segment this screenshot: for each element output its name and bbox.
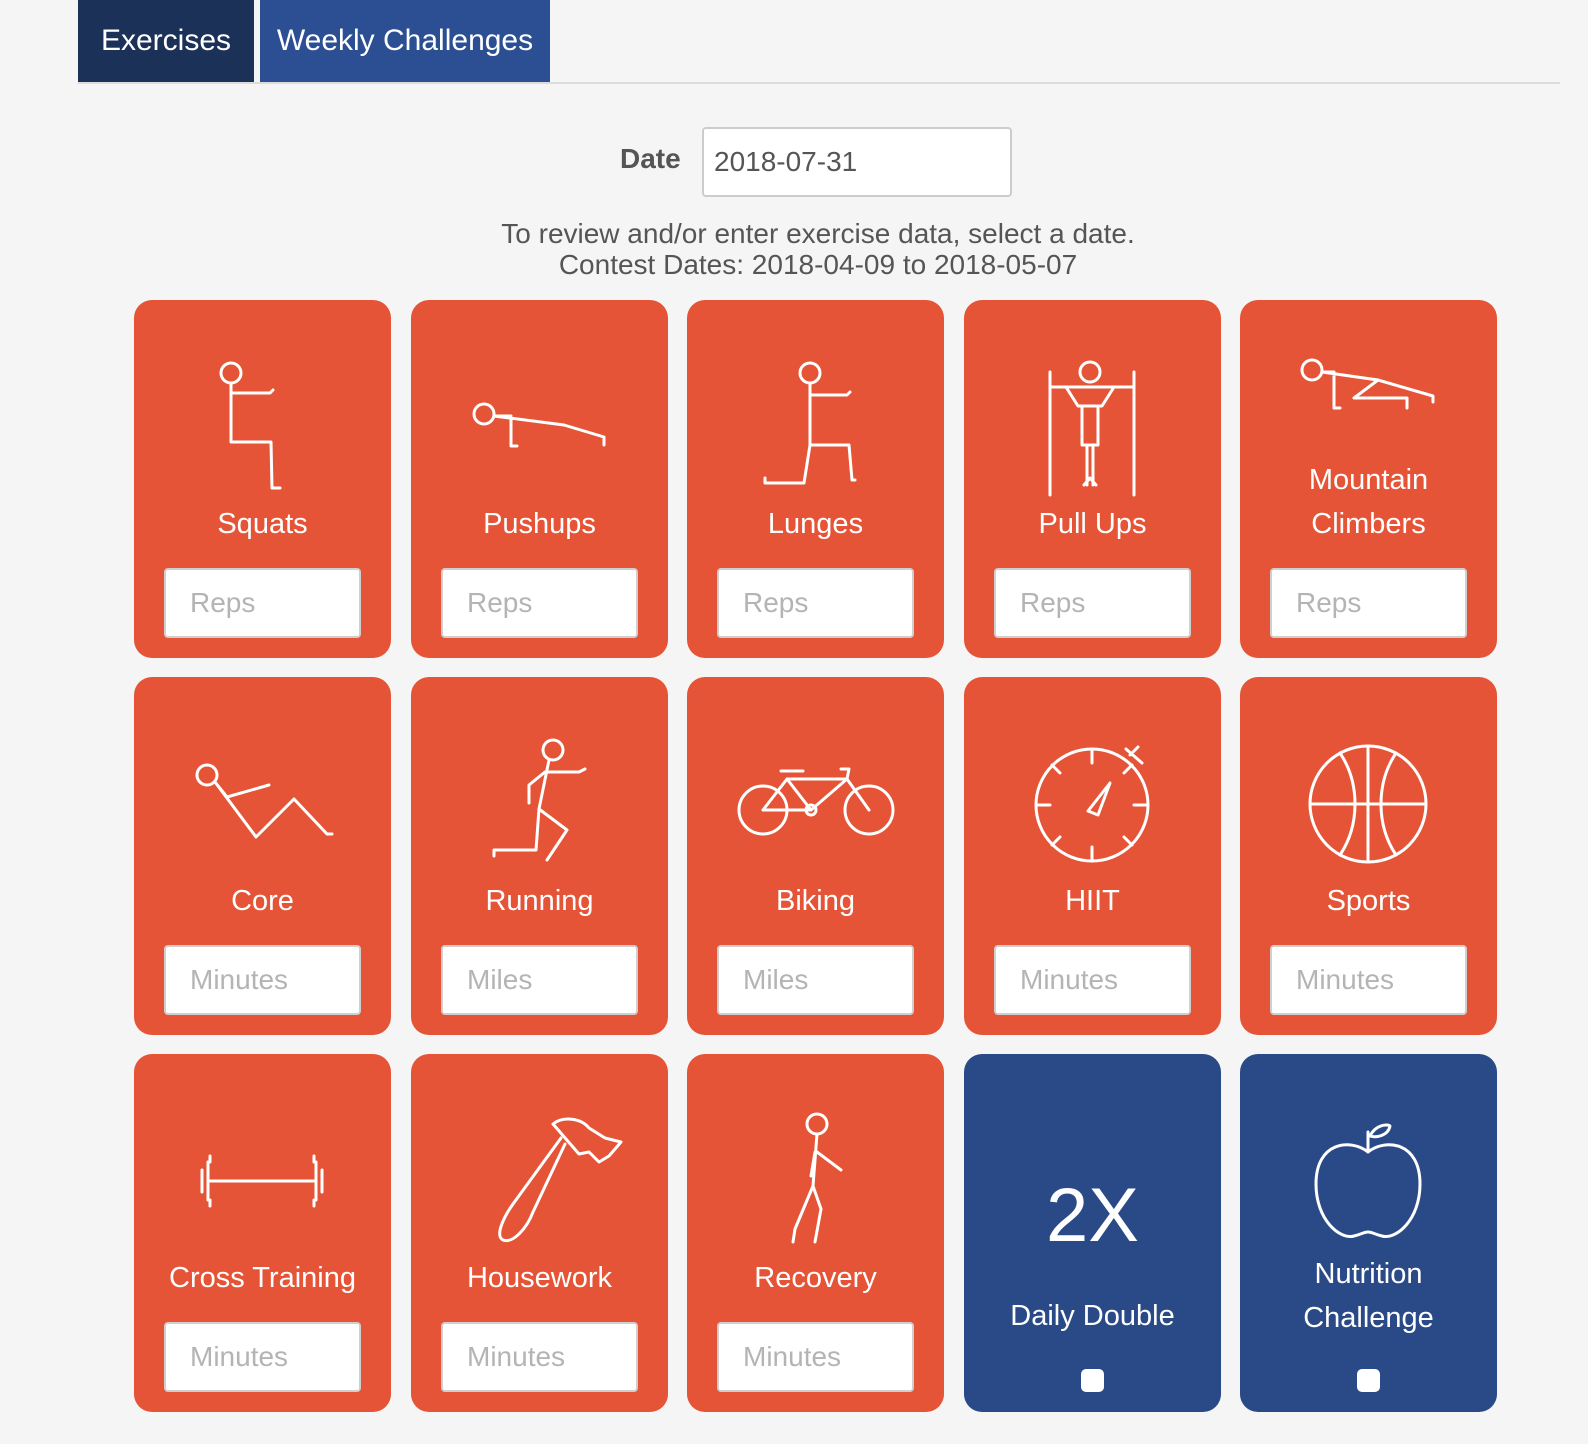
- card-recovery: Recovery: [687, 1054, 944, 1412]
- card-label: Pull Ups: [1038, 508, 1147, 540]
- card-label: Pushups: [483, 508, 596, 540]
- card-lunges: Lunges: [687, 300, 944, 658]
- miles-input[interactable]: [717, 945, 914, 1015]
- card-label: Daily Double: [1010, 1300, 1175, 1332]
- reps-input[interactable]: [441, 568, 638, 638]
- date-input[interactable]: [702, 127, 1012, 197]
- reps-input[interactable]: [717, 568, 914, 638]
- card-label-line: Mountain: [1308, 464, 1429, 496]
- tab-weekly-challenges[interactable]: Weekly Challenges: [260, 0, 550, 82]
- barbell-icon: [172, 1104, 352, 1254]
- minutes-input[interactable]: [1270, 945, 1467, 1015]
- situp-icon: [172, 727, 352, 877]
- card-label: Core: [231, 885, 294, 917]
- card-label: Running: [485, 885, 594, 917]
- card-label-line: Climbers: [1311, 508, 1426, 540]
- card-label: Housework: [466, 1262, 613, 1294]
- instructions-text: To review and/or enter exercise data, se…: [501, 218, 1135, 249]
- miles-input[interactable]: [441, 945, 638, 1015]
- reps-input[interactable]: [994, 568, 1191, 638]
- card-hiit: HIIT: [964, 677, 1221, 1035]
- card-pull-ups: Pull Ups: [964, 300, 1221, 658]
- lunge-icon: [725, 350, 905, 500]
- tab-bar: Exercises Weekly Challenges: [78, 0, 1560, 84]
- card-housework: Housework: [411, 1054, 668, 1412]
- card-label: Cross Training: [169, 1262, 356, 1294]
- card-squats: Squats: [134, 300, 391, 658]
- contest-dates: Contest Dates: 2018-04-09 to 2018-05-07: [558, 249, 1078, 280]
- reps-input[interactable]: [1270, 568, 1467, 638]
- minutes-input[interactable]: [717, 1322, 914, 1392]
- daily-double-mark: 2X: [1046, 1173, 1139, 1258]
- card-mountain-climbers: Mountain Climbers: [1240, 300, 1497, 658]
- card-running: Running: [411, 677, 668, 1035]
- card-biking: Biking: [687, 677, 944, 1035]
- pushup-icon: [449, 350, 629, 500]
- card-label: Sports: [1326, 885, 1411, 917]
- hammer-icon: [449, 1104, 629, 1254]
- card-label-line: Challenge: [1303, 1302, 1434, 1334]
- pullup-icon: [1002, 350, 1182, 500]
- reps-input[interactable]: [164, 568, 361, 638]
- card-label: Biking: [776, 885, 855, 917]
- tab-exercises[interactable]: Exercises: [78, 0, 254, 82]
- minutes-input[interactable]: [441, 1322, 638, 1392]
- card-sports: Sports: [1240, 677, 1497, 1035]
- walking-icon: [725, 1104, 905, 1254]
- card-core: Core: [134, 677, 391, 1035]
- squat-icon: [172, 350, 352, 500]
- stopwatch-icon: [1002, 727, 1182, 877]
- bicycle-icon: [725, 727, 905, 877]
- card-label: Squats: [217, 508, 308, 540]
- date-row: Date: [0, 127, 1588, 199]
- nutrition-challenge-checkbox[interactable]: [1357, 1369, 1380, 1392]
- apple-icon: [1278, 1112, 1458, 1262]
- minutes-input[interactable]: [164, 1322, 361, 1392]
- card-cross-training: Cross Training: [134, 1054, 391, 1412]
- minutes-input[interactable]: [994, 945, 1191, 1015]
- card-label: Mountain Climbers: [1240, 458, 1497, 546]
- card-daily-double: 2X Daily Double: [964, 1054, 1221, 1412]
- card-pushups: Pushups: [411, 300, 668, 658]
- card-label: HIIT: [1065, 885, 1120, 917]
- card-label: Nutrition Challenge: [1240, 1252, 1497, 1340]
- card-label-line: Nutrition: [1314, 1258, 1423, 1290]
- date-label: Date: [620, 143, 681, 174]
- basketball-icon: [1278, 727, 1458, 877]
- instructions: To review and/or enter exercise data, se…: [0, 218, 1588, 280]
- minutes-input[interactable]: [164, 945, 361, 1015]
- card-nutrition-challenge: Nutrition Challenge: [1240, 1054, 1497, 1412]
- card-label: Lunges: [767, 508, 864, 540]
- card-label: Recovery: [754, 1262, 877, 1294]
- daily-double-checkbox[interactable]: [1081, 1369, 1104, 1392]
- runner-icon: [449, 727, 629, 877]
